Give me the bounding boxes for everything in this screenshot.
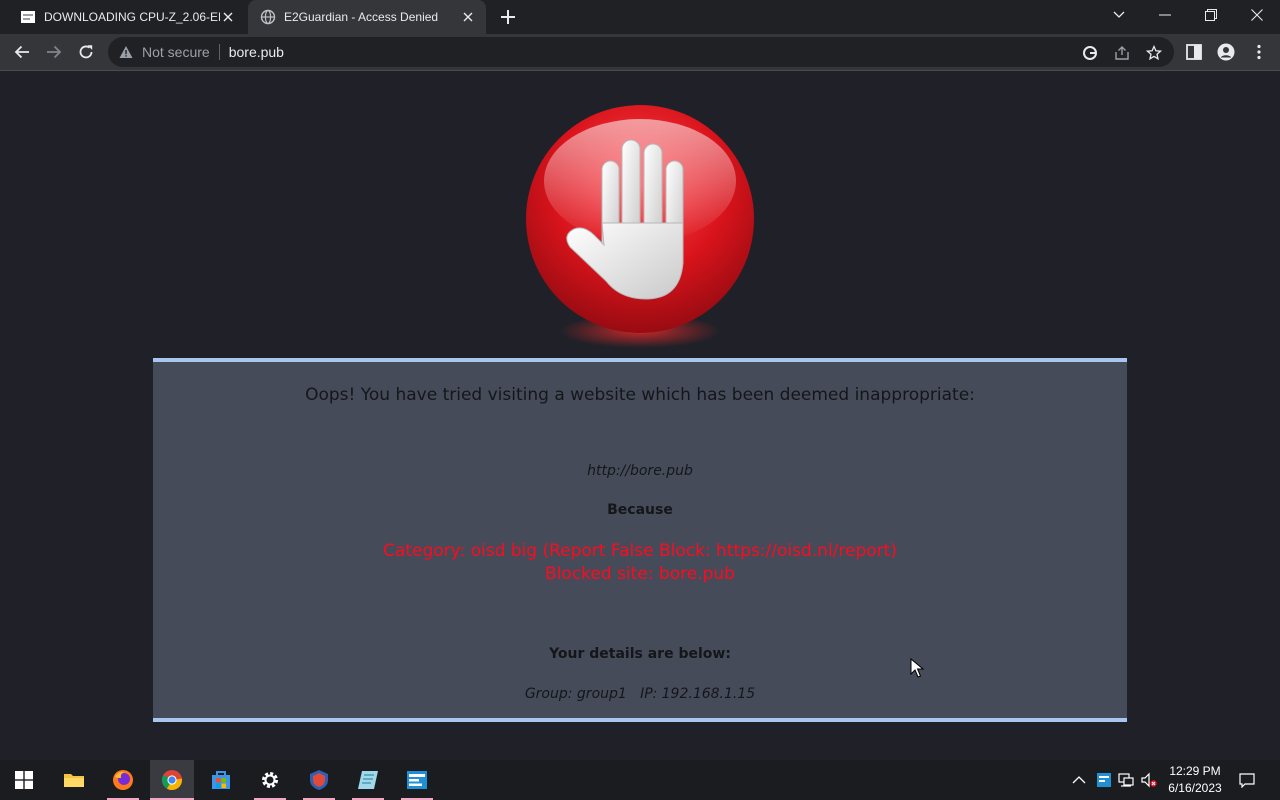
volume-muted-icon[interactable] (1141, 772, 1157, 788)
back-icon[interactable] (12, 42, 32, 62)
details-label: Your details are below: (549, 646, 731, 662)
close-tab-icon[interactable] (460, 9, 476, 25)
restore-icon[interactable] (1188, 0, 1234, 30)
blocked-site-line: Blocked site: bore.pub (545, 564, 735, 584)
tab-access-denied[interactable]: E2Guardian - Access Denied (248, 0, 486, 34)
block-headline: Oops! You have tried visiting a website … (305, 385, 975, 405)
google-lens-icon[interactable] (1082, 45, 1098, 61)
notification-icon[interactable] (1239, 772, 1255, 788)
forward-icon[interactable] (44, 42, 64, 62)
close-window-icon[interactable] (1234, 0, 1280, 30)
divider (218, 44, 220, 60)
profile-icon[interactable] (1217, 43, 1235, 61)
url-text[interactable]: bore.pub (229, 44, 284, 60)
firefox-icon[interactable] (101, 760, 145, 800)
bookmark-star-icon[interactable] (1146, 45, 1162, 61)
notepad-app-icon[interactable] (346, 760, 390, 800)
tray-app-icon[interactable] (1096, 772, 1112, 788)
show-hidden-icons-icon[interactable] (1071, 772, 1087, 788)
close-tab-icon[interactable] (220, 9, 236, 25)
side-panel-icon[interactable] (1185, 43, 1203, 61)
windows-taskbar: 12:29 PM 6/16/2023 (0, 760, 1280, 800)
tab-search-icon[interactable] (1096, 0, 1142, 30)
warning-icon[interactable] (119, 45, 133, 59)
tab-strip: DOWNLOADING CPU-Z_2.06-EN E2Guardian - A… (0, 0, 1280, 34)
block-page: Oops! You have tried visiting a website … (0, 71, 1280, 760)
cpuz-favicon-icon (21, 11, 35, 23)
chrome-icon[interactable] (150, 760, 194, 800)
remote-app-icon[interactable] (395, 760, 439, 800)
store-icon[interactable] (199, 760, 243, 800)
group-ip-line: Group: group1 IP: 192.168.1.15 (524, 686, 756, 702)
shield-app-icon[interactable] (297, 760, 341, 800)
file-explorer-icon[interactable] (52, 760, 96, 800)
reload-icon[interactable] (76, 42, 96, 62)
security-status[interactable]: Not secure (142, 44, 210, 60)
clock-date: 6/16/2023 (1168, 781, 1222, 795)
globe-icon (260, 9, 276, 25)
browser-toolbar: Not secure bore.pub (0, 34, 1280, 71)
new-tab-icon[interactable] (499, 8, 517, 26)
clock-time: 12:29 PM (1169, 764, 1221, 778)
start-icon[interactable] (2, 760, 46, 800)
block-reason: Category: oisd big (Report False Block: … (153, 540, 1127, 586)
blocked-url: http://bore.pub (587, 463, 693, 479)
system-clock[interactable]: 12:29 PM 6/16/2023 (1160, 763, 1230, 797)
menu-kebab-icon[interactable] (1250, 43, 1268, 61)
category-line: Category: oisd big (Report False Block: … (383, 541, 897, 561)
stop-hand-icon (526, 105, 754, 348)
because-label: Because (607, 502, 673, 518)
settings-icon[interactable] (248, 760, 292, 800)
minimize-icon[interactable] (1142, 0, 1188, 30)
share-icon[interactable] (1114, 45, 1130, 61)
address-bar[interactable]: Not secure bore.pub (108, 37, 1174, 67)
network-icon[interactable] (1118, 772, 1134, 788)
mouse-cursor-icon (910, 658, 924, 678)
tab-label: DOWNLOADING CPU-Z_2.06-EN (44, 10, 220, 24)
block-message-panel: Oops! You have tried visiting a website … (153, 358, 1127, 722)
tab-label: E2Guardian - Access Denied (284, 10, 439, 24)
tab-downloading[interactable]: DOWNLOADING CPU-Z_2.06-EN (8, 0, 246, 34)
